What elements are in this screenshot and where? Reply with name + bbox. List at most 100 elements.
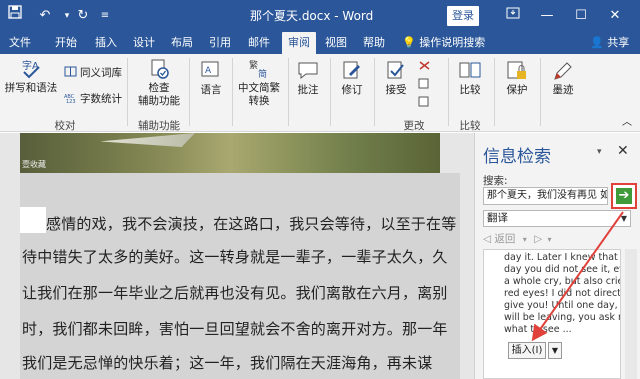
save-icon[interactable] — [4, 5, 26, 27]
divider — [374, 58, 375, 126]
tab-layout[interactable]: 布局 — [168, 32, 196, 54]
track-label: 修订 — [341, 84, 363, 96]
accept-button[interactable]: 接受 — [380, 60, 412, 97]
tab-help[interactable]: 帮助 — [360, 32, 388, 54]
divider — [232, 58, 233, 126]
tab-review[interactable]: 审阅 — [282, 32, 316, 54]
group-compare-label: 比较 — [459, 120, 481, 132]
next-icon — [418, 96, 429, 107]
chinese-conversion-button[interactable]: 繁简 中文简繁 转换 — [234, 58, 284, 108]
protect-label: 保护 — [506, 84, 528, 96]
track-changes-icon — [343, 61, 360, 79]
spelling-label: 拼写和语法 — [4, 82, 58, 94]
arrow-right-icon: ➔ — [616, 188, 632, 204]
thesaurus-label: 同义词库 — [80, 67, 122, 79]
search-label: 搜索: — [483, 175, 508, 187]
redo-icon[interactable]: ↻ — [72, 5, 94, 27]
close-icon[interactable]: ✕ — [617, 143, 629, 159]
ink-label: 墨迹 — [552, 84, 574, 96]
spelling-grammar-button[interactable]: 字A 拼写和语法 — [4, 58, 58, 95]
pane-options-icon[interactable]: ▾ — [597, 147, 602, 157]
divider — [330, 58, 331, 126]
document-area[interactable]: 壹收藏 感情的戏，我不会演技，在这路口，我只会等待，以至于在等 待中错失了太多的… — [0, 133, 474, 379]
ribbon-display-icon[interactable] — [498, 0, 528, 32]
login-button[interactable]: 登录 — [447, 6, 479, 26]
search-input[interactable]: 那个夏天，我们没有再见 如 — [483, 187, 608, 205]
ink-pen-icon — [554, 62, 572, 80]
back-dropdown-icon: ▾ — [522, 235, 527, 244]
tab-design[interactable]: 设计 — [130, 32, 158, 54]
paragraph-line[interactable]: 感情的戏，我不会演技，在这路口，我只会等待，以至于在等 — [46, 213, 456, 234]
document-image[interactable] — [20, 133, 440, 173]
forward-dropdown-icon: ▾ — [547, 235, 552, 244]
result-line: a whole cry, but also cried — [504, 276, 621, 287]
close-window-icon[interactable]: ✕ — [600, 0, 630, 32]
person-icon: 👤 — [590, 36, 604, 49]
insert-button[interactable]: 插入(I) — [508, 342, 546, 359]
result-line: red eyes! I did not directly — [504, 288, 621, 299]
language-label: 语言 — [200, 84, 222, 96]
source-value: 翻译 — [487, 212, 508, 224]
group-changes-label: 更改 — [403, 120, 425, 132]
tab-insert[interactable]: 插入 — [92, 32, 120, 54]
ink-button[interactable]: 墨迹 — [546, 60, 580, 97]
text-cursor-box — [20, 207, 46, 233]
lock-icon — [507, 61, 526, 79]
share-label: 共享 — [607, 36, 630, 49]
paragraph-line[interactable]: 让我们在那一年毕业之后就再也没有见。我们离散在六月，离别 — [22, 282, 448, 303]
paragraph-line[interactable]: 待中错失了太多的美好。这一转身就是一辈子，一辈子太久，久 — [22, 246, 448, 267]
tab-references[interactable]: 引用 — [206, 32, 234, 54]
conversion-icon: 繁简 — [249, 59, 267, 80]
svg-text:简: 简 — [258, 68, 267, 80]
insert-dropdown-icon[interactable]: ▼ — [548, 342, 562, 359]
paragraph-line[interactable]: 我们是无忌惮的快乐着；这一年，我们隔在天涯海角，再未谋 — [22, 352, 432, 373]
collapse-ribbon-icon[interactable]: ︿ — [622, 116, 632, 130]
start-search-button[interactable]: ➔ — [611, 183, 637, 209]
comment-icon — [298, 62, 318, 80]
accept-icon — [387, 61, 404, 79]
customize-toolbar-icon[interactable]: ≡ — [94, 5, 116, 27]
result-line: give you! Until one day, we — [504, 300, 620, 311]
tab-view[interactable]: 视图 — [322, 32, 350, 54]
title-bar: ↶ ▾ ↻ ≡ 那个夏天.docx - Word 登录 — ☐ ✕ — [0, 0, 640, 32]
paragraph-line[interactable]: 时，我们都未回眸，害怕一旦回望就会不舍的离开对方。那一年 — [22, 318, 448, 339]
source-select[interactable]: 翻译 ▼ — [483, 210, 631, 227]
comments-button[interactable]: 批注 — [292, 60, 324, 97]
tab-home[interactable]: 开始 — [52, 32, 80, 54]
back-label: ◁ 返回 — [483, 233, 516, 245]
tab-file[interactable]: 文件 — [6, 32, 34, 54]
tab-mailings[interactable]: 邮件 — [245, 32, 273, 54]
svg-text:123: 123 — [66, 99, 76, 103]
undo-icon[interactable]: ↶ — [34, 5, 56, 27]
word-count-button[interactable]: ABC 123 字数统计 — [64, 92, 122, 106]
result-line: what to see ... — [504, 324, 572, 335]
language-button[interactable]: A 语言 — [194, 60, 228, 97]
forward-icon[interactable]: ▷ — [534, 233, 542, 245]
next-change-button[interactable] — [418, 96, 434, 110]
comments-label: 批注 — [297, 84, 319, 96]
tell-me-label: 操作说明搜索 — [419, 36, 486, 49]
divider — [189, 58, 190, 126]
minimize-icon[interactable]: — — [532, 0, 562, 32]
maximize-icon[interactable]: ☐ — [566, 0, 596, 32]
pane-title: 信息检索 — [483, 147, 551, 167]
scrollbar[interactable] — [625, 249, 637, 379]
track-changes-button[interactable]: 修订 — [336, 60, 368, 97]
share-button[interactable]: 👤 共享 — [590, 32, 629, 54]
previous-change-button[interactable] — [418, 78, 434, 92]
result-line: will be leaving, you ask me, — [504, 312, 620, 323]
reject-button[interactable] — [418, 60, 434, 74]
previous-icon — [418, 78, 429, 89]
protect-button[interactable]: 保护 — [500, 60, 534, 97]
compare-label: 比较 — [459, 84, 481, 96]
document-page[interactable]: 感情的戏，我不会演技，在这路口，我只会等待，以至于在等 待中错失了太多的美好。这… — [20, 173, 460, 379]
reject-icon — [419, 61, 430, 70]
divider — [448, 58, 449, 126]
thesaurus-button[interactable]: 同义词库 — [64, 66, 122, 80]
compare-button[interactable]: 比较 — [454, 60, 486, 97]
result-line: day it. Later I knew that one — [504, 252, 620, 263]
chinese-convert-label-1: 中文简繁 — [238, 82, 280, 94]
check-accessibility-button[interactable]: 检查 辅助功能 — [134, 58, 184, 108]
tell-me-search[interactable]: 💡 操作说明搜索 — [402, 32, 485, 54]
back-button[interactable]: ◁ 返回 ▾ ▷ ▾ — [483, 231, 552, 247]
